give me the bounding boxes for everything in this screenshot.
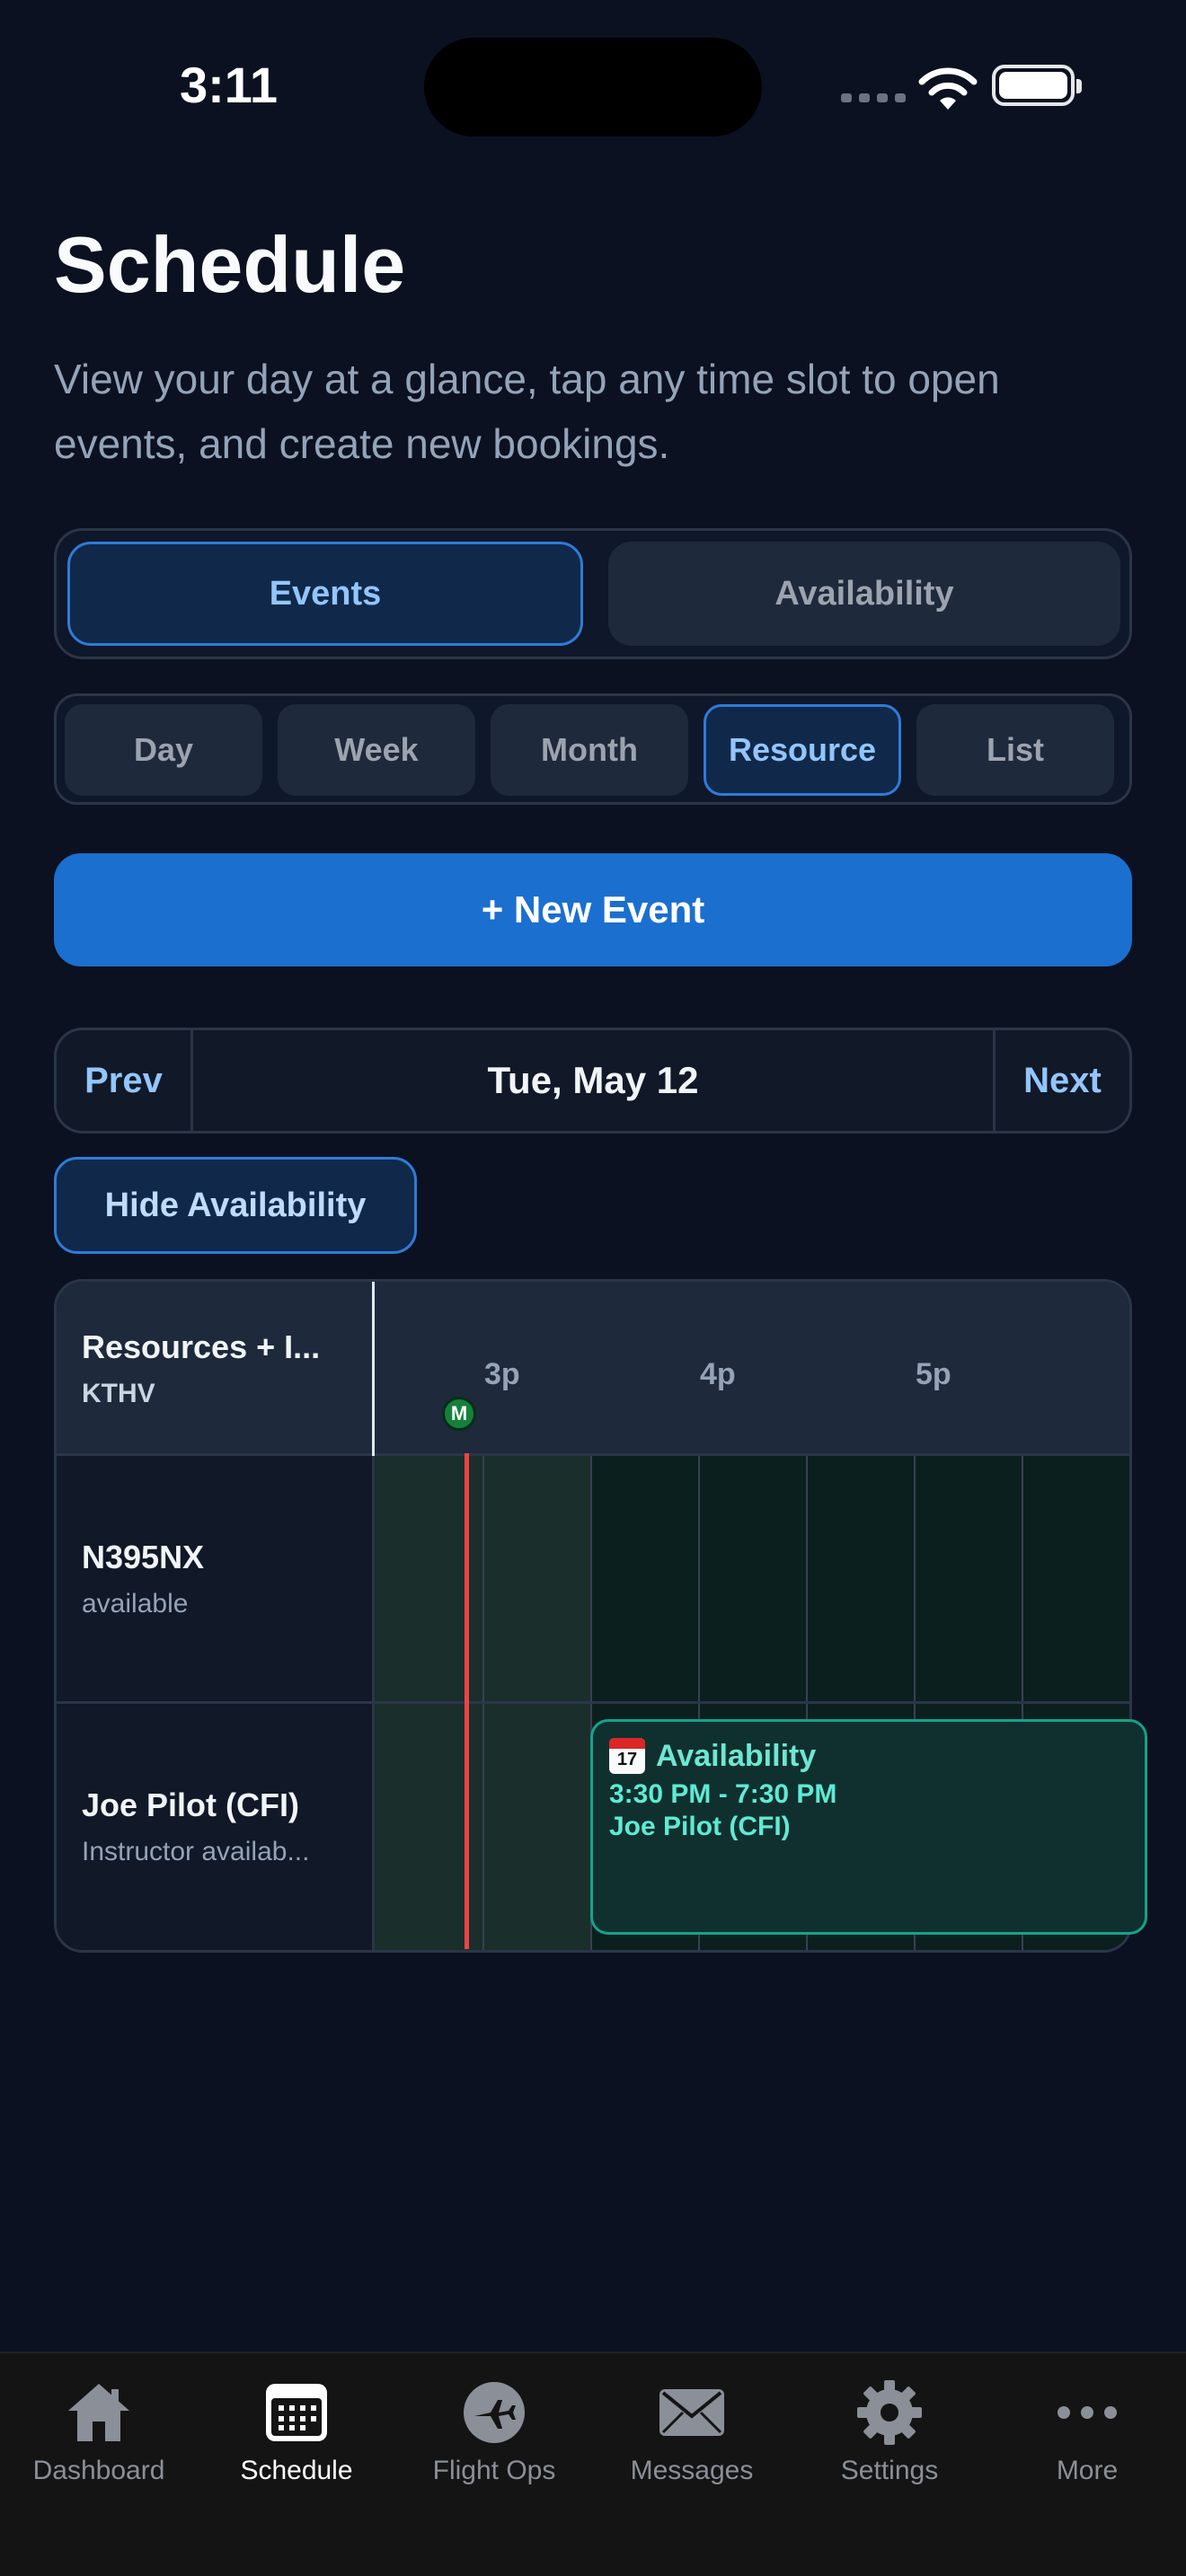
tab-settings[interactable]: Settings	[791, 2377, 988, 2502]
availability-toggle-button[interactable]: Availability	[608, 542, 1120, 646]
resource-row-label[interactable]: Joe Pilot (CFI) Instructor availab...	[57, 1704, 375, 1950]
now-marker-badge[interactable]: M	[442, 1397, 476, 1431]
hide-availability-button[interactable]: Hide Availability	[54, 1157, 417, 1254]
events-toggle-button[interactable]: Events	[67, 542, 583, 646]
status-bar: 3:11	[0, 0, 1186, 180]
view-tabs: Day Week Month Resource List	[54, 693, 1132, 805]
airplane-icon	[464, 2382, 525, 2443]
tab-day[interactable]: Day	[65, 704, 262, 796]
tab-more[interactable]: More	[988, 2377, 1186, 2502]
gear-icon	[857, 2380, 922, 2445]
new-event-button[interactable]: + New Event	[54, 853, 1132, 966]
battery-icon	[992, 65, 1082, 106]
tab-week[interactable]: Week	[278, 704, 475, 796]
grid-header: Resources + I... KTHV 3p 4p 5p M	[57, 1282, 1129, 1456]
resource-name: Joe Pilot (CFI)	[82, 1786, 299, 1823]
tab-list[interactable]: List	[916, 704, 1114, 796]
dynamic-island	[424, 38, 762, 137]
status-time: 3:11	[180, 57, 278, 113]
resource-status: available	[82, 1589, 189, 1619]
event-time: 3:30 PM - 7:30 PM	[609, 1779, 837, 1809]
tab-month[interactable]: Month	[491, 704, 688, 796]
bottom-tab-bar: Dashboard Schedule Flight Ops Messages S…	[0, 2351, 1186, 2576]
house-icon	[68, 2384, 129, 2441]
calendar-icon: 17	[609, 1738, 645, 1774]
current-date[interactable]: Tue, May 12	[193, 1030, 993, 1131]
page-subtitle: View your day at a glance, tap any time …	[54, 356, 1000, 467]
tab-flight-ops[interactable]: Flight Ops	[395, 2377, 593, 2502]
resource-row: N395NX available	[57, 1456, 1129, 1704]
current-time-line	[465, 1453, 469, 1949]
resource-name: N395NX	[82, 1539, 205, 1575]
wifi-icon	[918, 67, 978, 110]
resource-timeline[interactable]	[375, 1456, 1129, 1701]
tab-dashboard[interactable]: Dashboard	[0, 2377, 198, 2502]
ellipsis-icon	[1058, 2406, 1117, 2419]
page-title: Schedule	[54, 220, 406, 309]
mode-toggle: Events Availability	[54, 528, 1132, 659]
availability-event[interactable]: 17 Availability 3:30 PM - 7:30 PM Joe Pi…	[590, 1719, 1147, 1935]
event-owner: Joe Pilot (CFI)	[609, 1812, 791, 1841]
resource-row-label[interactable]: N395NX available	[57, 1456, 375, 1701]
resources-column-header: Resources + I... KTHV	[57, 1282, 375, 1456]
cellular-signal-icon	[841, 93, 906, 102]
hour-label-3p: 3p	[484, 1357, 520, 1391]
prev-day-button[interactable]: Prev	[57, 1030, 193, 1131]
resources-header-airport: KTHV	[82, 1379, 155, 1408]
resources-header-title: Resources + I...	[82, 1328, 321, 1365]
tab-messages[interactable]: Messages	[593, 2377, 791, 2502]
envelope-icon	[659, 2389, 724, 2436]
tab-schedule[interactable]: Schedule	[198, 2377, 395, 2502]
hour-label-5p: 5p	[916, 1357, 951, 1391]
event-title: Availability	[656, 1738, 817, 1773]
date-navigator: Prev Tue, May 12 Next	[54, 1028, 1132, 1134]
tab-resource[interactable]: Resource	[704, 704, 901, 796]
calendar-icon	[266, 2384, 327, 2441]
next-day-button[interactable]: Next	[993, 1030, 1129, 1131]
resource-status: Instructor availab...	[82, 1837, 310, 1866]
hour-label-4p: 4p	[700, 1357, 736, 1391]
